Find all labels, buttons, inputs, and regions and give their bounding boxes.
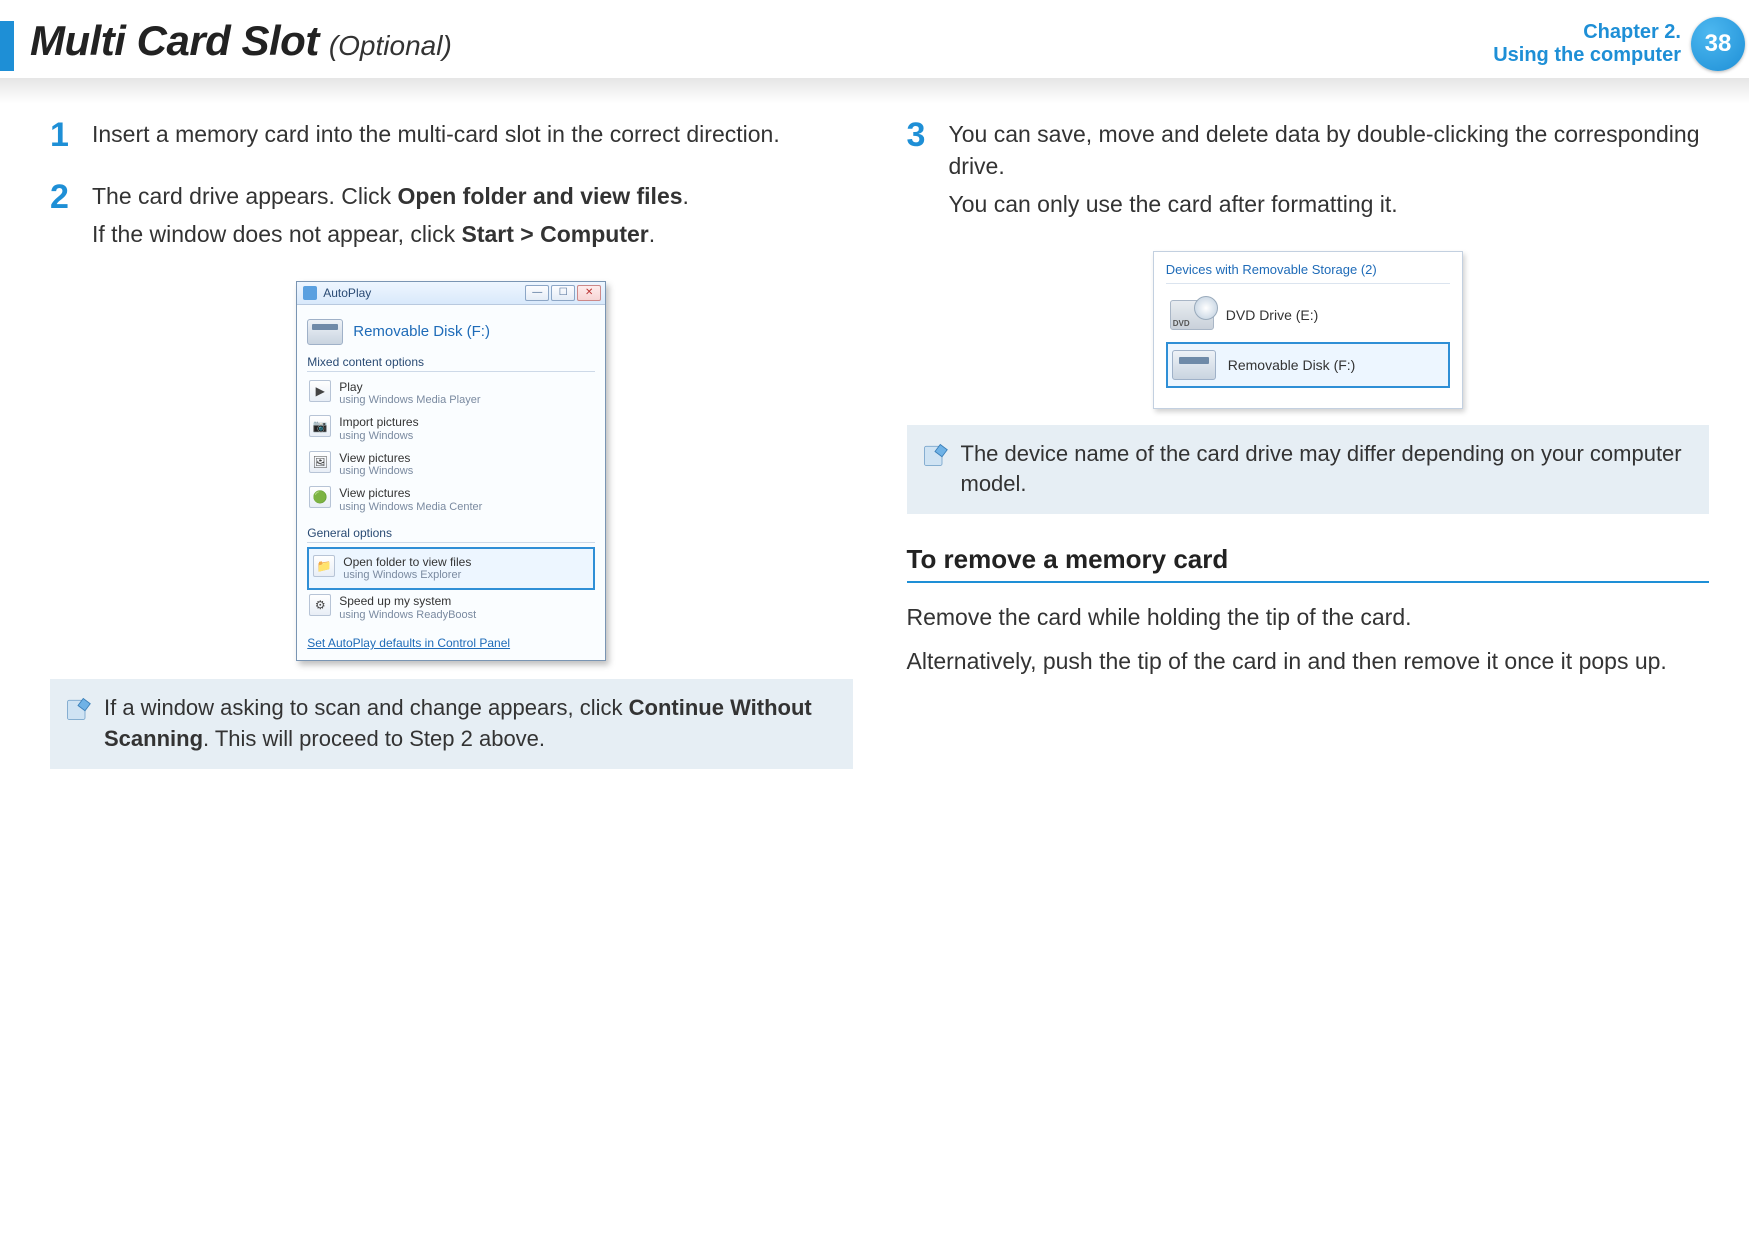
step-body: You can save, move and delete data by do…: [949, 118, 1710, 227]
removable-disk-header: Removable Disk (F:): [307, 319, 595, 345]
picture-icon: 🖼: [309, 451, 331, 473]
device-label: Removable Disk (F:): [1228, 357, 1356, 373]
window-controls: — ☐ ✕: [525, 285, 601, 301]
removable-disk-label: Removable Disk (F:): [353, 323, 490, 340]
window-titlebar[interactable]: AutoPlay — ☐ ✕: [297, 282, 605, 305]
note-icon: [921, 441, 949, 469]
page-number-badge: 38: [1691, 17, 1745, 71]
minimize-button[interactable]: —: [525, 285, 549, 301]
option-subtitle: using Windows ReadyBoost: [339, 609, 476, 622]
note-icon: [64, 695, 92, 723]
remove-text-2: Alternatively, push the tip of the card …: [907, 645, 1710, 678]
option-title: Open folder to view files: [343, 555, 471, 569]
step-number: 3: [907, 118, 933, 227]
note-scan-change: If a window asking to scan and change ap…: [50, 679, 853, 769]
step-number: 2: [50, 180, 76, 256]
step-number: 1: [50, 118, 76, 156]
group-mixed-label: Mixed content options: [307, 355, 595, 372]
drive-icon: [307, 319, 343, 345]
option-title: View pictures: [339, 486, 482, 500]
step-body: The card drive appears. Click Open folde…: [92, 180, 689, 256]
option-play[interactable]: ▶ Play using Windows Media Player: [307, 376, 595, 412]
devices-header: Devices with Removable Storage (2): [1166, 262, 1450, 284]
right-column: 3 You can save, move and delete data by …: [907, 118, 1710, 789]
step-1: 1 Insert a memory card into the multi-ca…: [50, 118, 853, 156]
chapter-line-1: Chapter 2.: [1493, 21, 1681, 44]
option-title: View pictures: [339, 451, 413, 465]
step-text: You can only use the card after formatti…: [949, 188, 1710, 220]
device-removable-disk[interactable]: Removable Disk (F:): [1166, 342, 1450, 388]
option-subtitle: using Windows Media Player: [339, 394, 480, 407]
step-3: 3 You can save, move and delete data by …: [907, 118, 1710, 227]
device-dvd-drive[interactable]: DVD DVD Drive (E:): [1166, 294, 1450, 336]
title-accent-bar: [0, 21, 14, 71]
chapter-block: Chapter 2. Using the computer 38: [1493, 17, 1745, 71]
option-open-folder[interactable]: 📁 Open folder to view files using Window…: [307, 547, 595, 591]
devices-panel: Devices with Removable Storage (2) DVD D…: [1153, 251, 1463, 409]
option-speed-up[interactable]: ⚙ Speed up my system using Windows Ready…: [307, 590, 595, 626]
chapter-line-2: Using the computer: [1493, 44, 1681, 67]
step-text: The card drive appears. Click Open folde…: [92, 180, 689, 212]
page-title: Multi Card Slot: [30, 17, 319, 65]
camera-icon: 📷: [309, 415, 331, 437]
play-icon: ▶: [309, 380, 331, 402]
readyboost-icon: ⚙: [309, 594, 331, 616]
option-subtitle: using Windows Explorer: [343, 569, 471, 582]
option-import-pictures[interactable]: 📷 Import pictures using Windows: [307, 411, 595, 447]
option-title: Import pictures: [339, 415, 418, 429]
section-remove-title: To remove a memory card: [907, 544, 1710, 583]
autoplay-defaults-link[interactable]: Set AutoPlay defaults in Control Panel: [307, 636, 595, 650]
window-title: AutoPlay: [323, 286, 371, 300]
step-text: You can save, move and delete data by do…: [949, 118, 1710, 182]
option-title: Speed up my system: [339, 594, 476, 608]
step-text: If the window does not appear, click Sta…: [92, 218, 689, 250]
note-text: If a window asking to scan and change ap…: [104, 695, 812, 751]
page-header: Multi Card Slot (Optional) Chapter 2. Us…: [0, 0, 1749, 78]
left-column: 1 Insert a memory card into the multi-ca…: [50, 118, 853, 789]
step-body: Insert a memory card into the multi-card…: [92, 118, 780, 156]
close-button[interactable]: ✕: [577, 285, 601, 301]
title-wrap: Multi Card Slot (Optional): [0, 17, 452, 71]
folder-icon: 📁: [313, 555, 335, 577]
content-columns: 1 Insert a memory card into the multi-ca…: [0, 78, 1749, 789]
removable-disk-icon: [1172, 350, 1216, 380]
option-view-pictures-mc[interactable]: 🟢 View pictures using Windows Media Cent…: [307, 482, 595, 518]
media-center-icon: 🟢: [309, 486, 331, 508]
device-label: DVD Drive (E:): [1226, 307, 1319, 323]
option-subtitle: using Windows: [339, 465, 413, 478]
autoplay-window: AutoPlay — ☐ ✕ Removable Disk (F:) Mixed…: [296, 281, 606, 661]
page-subtitle: (Optional): [329, 30, 452, 62]
autoplay-icon: [303, 286, 317, 300]
remove-text-1: Remove the card while holding the tip of…: [907, 601, 1710, 634]
note-text: The device name of the card drive may di…: [961, 441, 1682, 497]
option-title: Play: [339, 380, 480, 394]
chapter-text: Chapter 2. Using the computer: [1493, 21, 1681, 67]
option-view-pictures[interactable]: 🖼 View pictures using Windows: [307, 447, 595, 483]
option-subtitle: using Windows: [339, 430, 418, 443]
window-body: Removable Disk (F:) Mixed content option…: [297, 305, 605, 660]
option-subtitle: using Windows Media Center: [339, 501, 482, 514]
step-text: Insert a memory card into the multi-card…: [92, 118, 780, 150]
note-device-name: The device name of the card drive may di…: [907, 425, 1710, 515]
dvd-drive-icon: DVD: [1170, 300, 1214, 330]
maximize-button[interactable]: ☐: [551, 285, 575, 301]
group-general-label: General options: [307, 526, 595, 543]
step-2: 2 The card drive appears. Click Open fol…: [50, 180, 853, 256]
